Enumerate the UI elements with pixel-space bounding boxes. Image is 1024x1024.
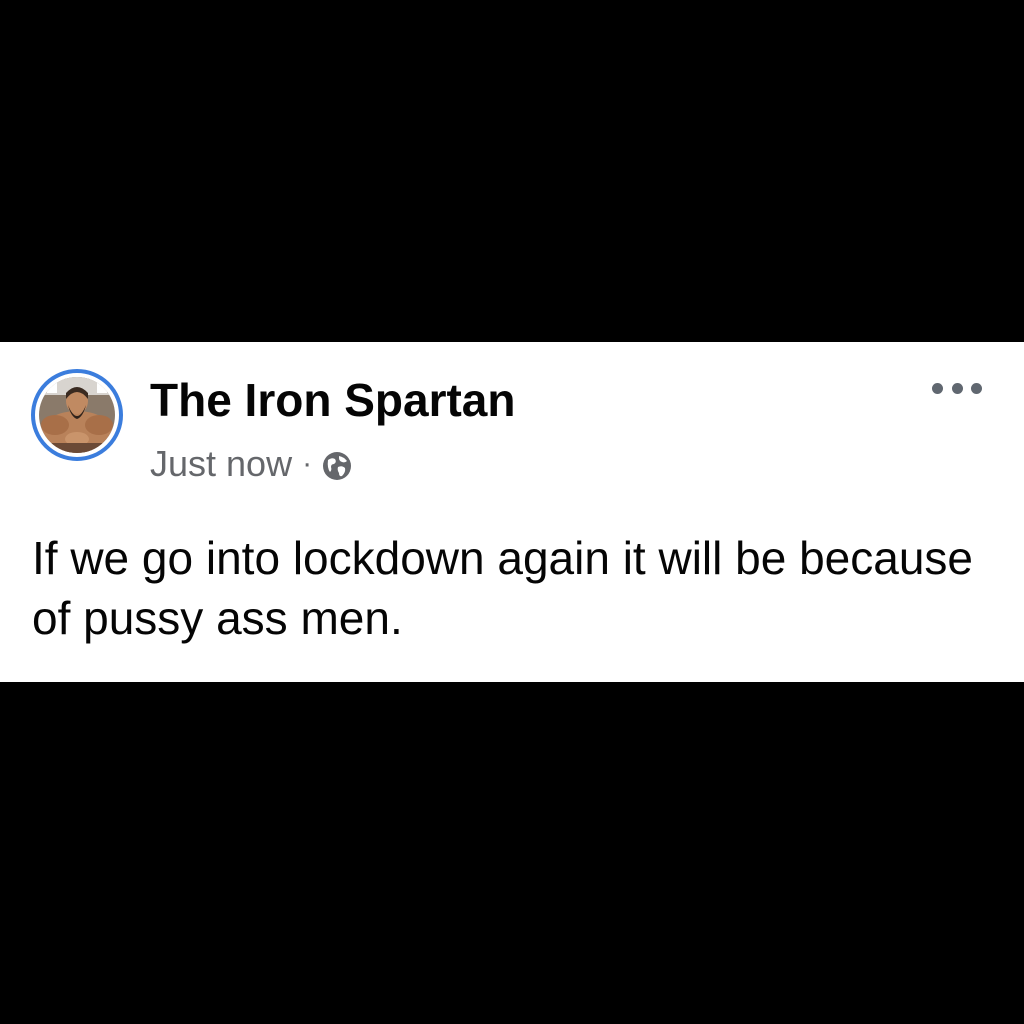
meta-separator: · bbox=[302, 447, 313, 480]
author-name[interactable]: The Iron Spartan bbox=[150, 374, 515, 426]
post-card: The Iron Spartan Just now · If we go int… bbox=[0, 342, 1024, 682]
more-options-button[interactable] bbox=[932, 378, 982, 398]
post-body-text: If we go into lockdown again it will be … bbox=[32, 532, 974, 644]
more-options-icon bbox=[932, 382, 943, 394]
post-timestamp[interactable]: Just now bbox=[150, 442, 292, 486]
post-meta: Just now · bbox=[150, 442, 352, 486]
more-options-icon bbox=[951, 382, 963, 394]
more-options-icon bbox=[971, 382, 982, 394]
screenshot-frame: The Iron Spartan Just now · If we go int… bbox=[0, 0, 1024, 1024]
avatar[interactable] bbox=[39, 377, 115, 453]
globe-icon[interactable] bbox=[322, 451, 352, 481]
avatar-ring[interactable] bbox=[31, 369, 123, 461]
